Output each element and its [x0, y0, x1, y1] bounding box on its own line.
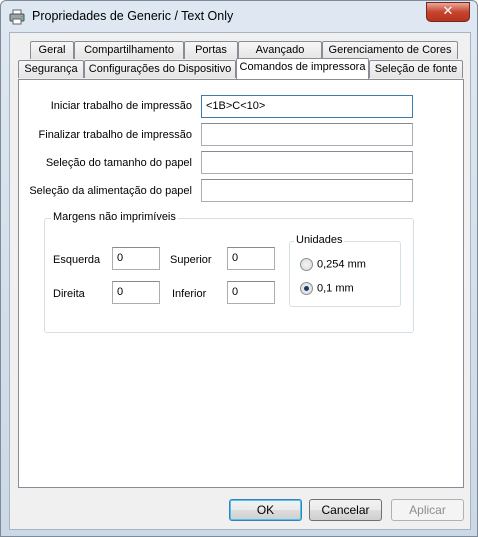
tab-gerenciamento-cores[interactable]: Gerenciamento de Cores	[322, 41, 458, 59]
end-job-input[interactable]	[201, 123, 413, 146]
unit-option-01mm[interactable]: 0,1 mm	[300, 282, 354, 296]
tab-configuracoes-dispositivo[interactable]: Configurações do Dispositivo	[84, 60, 236, 78]
margin-top-input[interactable]: 0	[227, 247, 275, 270]
paper-size-label: Seleção do tamanho do papel	[45, 157, 192, 169]
cancel-button[interactable]: Cancelar	[309, 499, 382, 521]
margin-top-label: Superior	[170, 254, 212, 266]
start-job-label: Iniciar trabalho de impressão	[50, 100, 192, 112]
apply-button[interactable]: Aplicar	[391, 499, 464, 521]
unit-option-01mm-label: 0,1 mm	[317, 282, 354, 295]
tab-compartilhamento[interactable]: Compartilhamento	[74, 41, 184, 59]
tab-selecao-fonte[interactable]: Seleção de fonte	[369, 60, 463, 78]
radio-unchecked-icon	[300, 258, 313, 271]
window-title: Propriedades de Generic / Text Only	[32, 9, 234, 23]
dialog-client-area: Geral Compartilhamento Portas Avançado G…	[9, 32, 471, 530]
tab-seguranca[interactable]: Segurança	[18, 60, 84, 78]
tab-panel-comandos-impressora: Iniciar trabalho de impressão <1B>C<10> …	[18, 79, 464, 488]
ok-button[interactable]: OK	[229, 499, 302, 521]
printer-icon	[9, 9, 25, 25]
units-groupbox	[289, 241, 401, 307]
margins-caption: Margens não imprimíveis	[51, 211, 178, 223]
margin-bottom-input[interactable]: 0	[227, 281, 275, 304]
margin-right-input[interactable]: 0	[112, 281, 160, 304]
tab-geral[interactable]: Geral	[30, 41, 74, 59]
paper-feed-label: Seleção da alimentação do papel	[29, 185, 192, 197]
title-bar[interactable]: Propriedades de Generic / Text Only ✕	[1, 1, 477, 33]
properties-window: Propriedades de Generic / Text Only ✕ Ge…	[0, 0, 478, 537]
unit-option-0254mm[interactable]: 0,254 mm	[300, 258, 366, 272]
end-job-label: Finalizar trabalho de impressão	[38, 129, 192, 141]
margin-right-label: Direita	[53, 288, 85, 300]
close-icon: ✕	[442, 4, 454, 19]
paper-size-input[interactable]	[201, 151, 413, 174]
tab-portas[interactable]: Portas	[184, 41, 238, 59]
margin-left-input[interactable]: 0	[112, 247, 160, 270]
tab-avancado[interactable]: Avançado	[238, 41, 322, 59]
radio-checked-icon	[300, 282, 313, 295]
close-button[interactable]: ✕	[426, 2, 470, 22]
units-caption: Unidades	[294, 234, 345, 246]
paper-feed-input[interactable]	[201, 179, 413, 202]
margin-left-label: Esquerda	[53, 254, 101, 266]
start-job-input[interactable]: <1B>C<10>	[201, 95, 413, 118]
unit-option-0254mm-label: 0,254 mm	[317, 258, 366, 271]
margin-bottom-label: Inferior	[172, 288, 207, 300]
tab-comandos-impressora[interactable]: Comandos de impressora	[236, 58, 369, 79]
